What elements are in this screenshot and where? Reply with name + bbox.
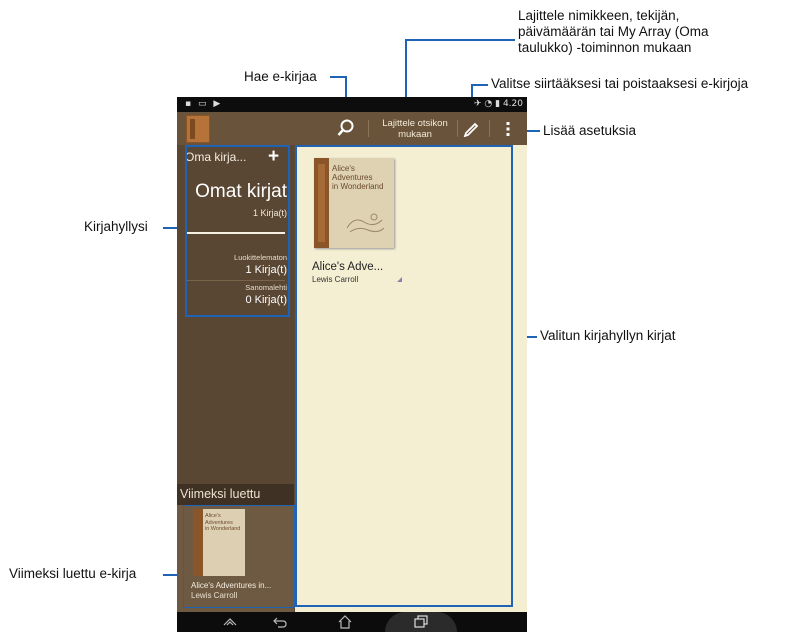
asus-menu-icon[interactable] (222, 614, 238, 630)
callout-line-search-h (330, 76, 345, 78)
annotation-recent: Viimeksi luettu e-kirja (9, 566, 137, 581)
highlight-selected-books (295, 145, 513, 607)
sort-label-line2: mukaan (398, 129, 432, 140)
recently-read-header: Viimeksi luettu (177, 484, 294, 505)
annotation-more: Lisää asetuksia (543, 123, 637, 138)
action-bar: Lajittele otsikon mukaan (177, 112, 527, 145)
recent-apps-icon[interactable] (413, 614, 429, 630)
callout-line-sort-h (405, 39, 515, 41)
highlight-recent (183, 505, 295, 608)
annotation-selected-books: Valitun kirjahyllyn kirjat (540, 328, 676, 343)
back-icon[interactable] (272, 614, 288, 630)
annotation-select: Valitse siirtääksesi tai poistaaksesi e-… (491, 76, 749, 91)
annotation-sort-line1: Lajittele nimikkeen, tekijän, (518, 8, 680, 23)
notification-icons: ▪ ▭ ▶ (185, 99, 223, 109)
sort-label-line1: Lajittele otsikon (382, 118, 448, 129)
actionbar-divider (368, 120, 369, 137)
status-icons: ✈ ◔ ▮ 4.20 (474, 99, 523, 109)
home-icon[interactable] (337, 614, 353, 630)
app-icon[interactable] (186, 115, 210, 143)
annotation-sort-line3: taulukko) -toiminnon mukaan (518, 40, 692, 55)
overflow-menu-icon[interactable] (506, 121, 510, 137)
sort-button[interactable]: Lajittele otsikon mukaan (377, 118, 453, 140)
callout-line-select-h (471, 84, 488, 86)
actionbar-divider (457, 120, 458, 137)
clock: 4.20 (502, 99, 523, 109)
annotation-search: Hae e-kirjaa (244, 69, 317, 84)
highlight-bookshelf (185, 145, 290, 317)
pencil-icon[interactable] (462, 119, 480, 137)
navigation-bar (177, 612, 527, 632)
annotation-bookshelf: Kirjahyllysi (84, 219, 148, 234)
search-icon[interactable] (335, 117, 357, 139)
status-bar: ▪ ▭ ▶ ✈ ◔ ▮ 4.20 (177, 97, 527, 112)
annotation-sort-line2: päivämäärän tai My Array (Oma (518, 24, 709, 39)
actionbar-divider (489, 120, 490, 137)
